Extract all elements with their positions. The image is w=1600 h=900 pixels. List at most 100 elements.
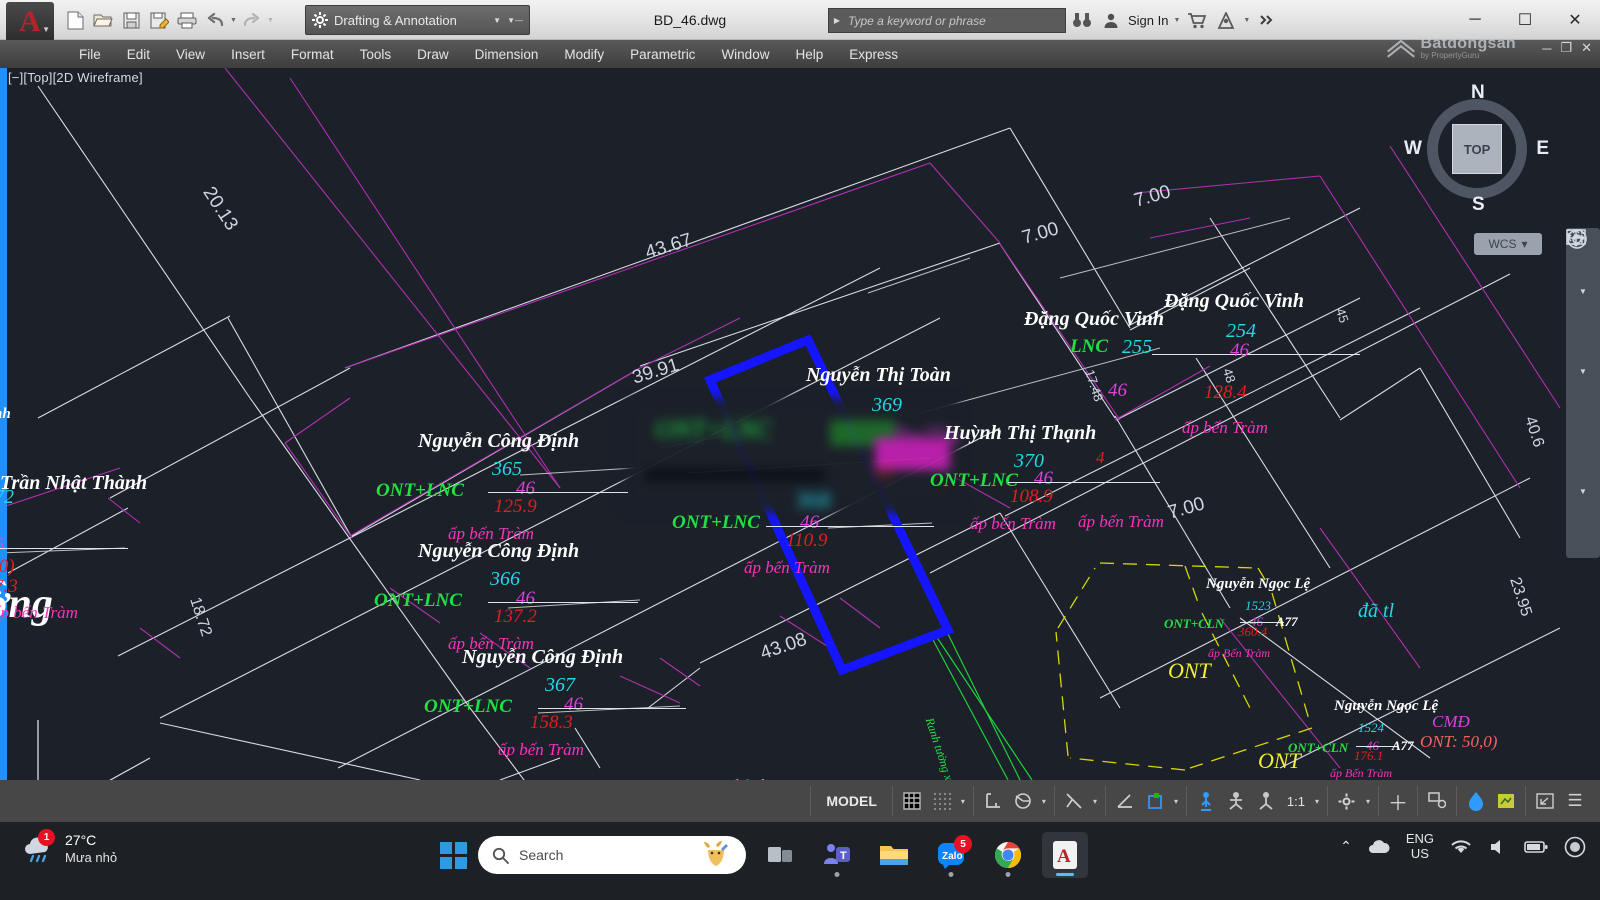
ortho-mode-icon[interactable] — [979, 787, 1007, 815]
navbar-caret[interactable]: ▼ — [1570, 478, 1596, 504]
taskbar-app-autocad[interactable]: A — [1042, 832, 1088, 878]
onedrive-cloud-icon[interactable] — [1368, 839, 1390, 855]
a360-caret[interactable]: ▼ — [1243, 17, 1250, 24]
menu-item-help[interactable]: Help — [782, 43, 836, 66]
menu-item-insert[interactable]: Insert — [218, 43, 278, 66]
menu-item-parametric[interactable]: Parametric — [617, 43, 708, 66]
workspace-overflow-icon[interactable]: ▼— — [507, 16, 523, 25]
customization-plus-icon[interactable]: ＋ — [1384, 787, 1412, 815]
customization-menu-icon[interactable]: ☰ — [1561, 787, 1589, 815]
showmotion-icon[interactable] — [1566, 229, 1596, 464]
pan-caret[interactable]: ▼ — [1570, 358, 1596, 384]
graphics-performance-icon[interactable] — [1462, 787, 1490, 815]
zoom-icon[interactable] — [1567, 229, 1596, 424]
compass-south-label[interactable]: S — [1472, 194, 1485, 216]
redo-dropdown-caret[interactable]: ▼ — [267, 17, 274, 24]
workspace-switch-icon[interactable] — [1333, 787, 1361, 815]
menu-item-draw[interactable]: Draw — [404, 43, 462, 66]
menu-item-express[interactable]: Express — [836, 43, 911, 66]
start-button-icon[interactable] — [440, 841, 467, 869]
pan-icon[interactable] — [1567, 229, 1596, 344]
compass-west-label[interactable]: W — [1404, 138, 1422, 160]
redo-icon[interactable] — [239, 7, 265, 33]
viewcube-top-face[interactable]: TOP — [1452, 124, 1502, 174]
polar-tracking-icon[interactable] — [1009, 787, 1037, 815]
selection-cycling-icon[interactable] — [1252, 787, 1280, 815]
compass-north-label[interactable]: N — [1471, 82, 1485, 104]
language-indicator[interactable]: ENG US — [1406, 831, 1434, 862]
volume-icon[interactable] — [1488, 838, 1508, 856]
search-binoculars-icon[interactable] — [1070, 8, 1094, 32]
doc-restore-button[interactable]: ❐ — [1560, 40, 1572, 56]
taskbar-search[interactable]: Search — [478, 836, 746, 874]
taskbar-app-taskview[interactable] — [757, 832, 803, 878]
sign-in-caret[interactable]: ▼ — [1173, 17, 1180, 24]
polar-dropdown-caret[interactable]: ▾ — [1039, 797, 1049, 806]
steering-wheel-caret[interactable]: ▼ — [1570, 278, 1596, 304]
menu-item-dimension[interactable]: Dimension — [462, 43, 552, 66]
object-snap-tracking-icon[interactable] — [1111, 787, 1139, 815]
menu-item-tools[interactable]: Tools — [347, 43, 405, 66]
search-input[interactable]: Type a keyword or phrase — [845, 14, 1065, 28]
close-button[interactable]: ✕ — [1550, 0, 1600, 40]
autodesk-store-icon[interactable] — [1185, 8, 1209, 32]
application-menu-button[interactable]: A ▼ — [6, 2, 54, 42]
isolate-objects-icon[interactable] — [1423, 787, 1451, 815]
doc-close-button[interactable]: ✕ — [1581, 40, 1592, 56]
compass-east-label[interactable]: E — [1536, 138, 1549, 160]
chevron-down-icon[interactable]: ▼ — [493, 16, 501, 25]
taskbar-app-file-explorer[interactable] — [871, 832, 917, 878]
wifi-icon[interactable] — [1450, 838, 1472, 856]
show-hidden-icons-chevron[interactable]: ⌃ — [1340, 838, 1352, 855]
cleanscreen-icon[interactable] — [1492, 787, 1520, 815]
transparency-icon[interactable] — [1222, 787, 1250, 815]
osnap-dropdown-caret[interactable]: ▾ — [1090, 797, 1100, 806]
doc-minimize-button[interactable]: ─ — [1542, 41, 1551, 56]
grid-display-icon[interactable] — [898, 787, 926, 815]
plot-icon[interactable] — [174, 7, 200, 33]
menu-item-window[interactable]: Window — [708, 43, 782, 66]
chevron-down-icon[interactable]: ▾ — [1521, 237, 1527, 251]
user-avatar-icon[interactable] — [1099, 8, 1123, 32]
view-cube[interactable]: TOP N S W E — [1404, 82, 1549, 215]
search-expand-icon[interactable]: ▶ — [829, 16, 845, 25]
autodesk-a360-icon[interactable] — [1214, 8, 1238, 32]
new-icon[interactable] — [62, 7, 88, 33]
snap-mode-icon[interactable] — [928, 787, 956, 815]
workspace-switcher[interactable]: Drafting & Annotation ▼ ▼— — [305, 5, 530, 35]
menu-item-file[interactable]: File — [66, 43, 114, 66]
dynamic-ucs-icon[interactable] — [1141, 787, 1169, 815]
overflow-chevrons-icon[interactable] — [1255, 8, 1279, 32]
save-icon[interactable] — [118, 7, 144, 33]
menu-item-format[interactable]: Format — [278, 43, 347, 66]
wcs-selector[interactable]: WCS ▾ — [1474, 233, 1542, 255]
weather-widget[interactable]: 1 27°C Mưa nhỏ — [22, 828, 117, 866]
taskbar-app-zalo[interactable]: Zalo 5 — [928, 832, 974, 878]
maximize-button[interactable]: ☐ — [1500, 0, 1550, 40]
workspace-dropdown-caret[interactable]: ▾ — [1363, 797, 1373, 806]
open-icon[interactable] — [90, 7, 116, 33]
minimize-button[interactable]: ─ — [1450, 0, 1500, 40]
save-as-icon[interactable] — [146, 7, 172, 33]
annotation-scale-caret[interactable]: ▾ — [1312, 797, 1322, 806]
annotation-scale-value[interactable]: 1:1 — [1282, 787, 1310, 815]
fullscreen-icon[interactable] — [1531, 787, 1559, 815]
sign-in-button[interactable]: Sign In — [1128, 13, 1168, 28]
search-input-placeholder[interactable]: Search — [519, 847, 688, 863]
undo-icon[interactable] — [202, 7, 228, 33]
ucs-dropdown-caret[interactable]: ▾ — [1171, 797, 1181, 806]
drawing-canvas[interactable]: [−][Top][2D Wireframe] ONT+LNC \u25a0\u2… — [0, 68, 1600, 780]
taskbar-app-teams[interactable]: T — [814, 832, 860, 878]
viewport-label[interactable]: [−][Top][2D Wireframe] — [8, 70, 143, 85]
menu-item-edit[interactable]: Edit — [114, 43, 163, 66]
undo-dropdown-caret[interactable]: ▼ — [230, 17, 237, 24]
navigation-bar[interactable]: ▼ ▼ ▼ — [1566, 228, 1600, 558]
taskbar-app-chrome[interactable] — [985, 832, 1031, 878]
help-search-box[interactable]: ▶ Type a keyword or phrase — [828, 8, 1066, 33]
menu-item-modify[interactable]: Modify — [551, 43, 617, 66]
snap-dropdown-caret[interactable]: ▾ — [958, 797, 968, 806]
battery-icon[interactable] — [1524, 840, 1548, 854]
lineweight-icon[interactable] — [1192, 787, 1220, 815]
model-space-toggle[interactable]: MODEL — [816, 787, 887, 815]
menu-item-view[interactable]: View — [163, 43, 218, 66]
